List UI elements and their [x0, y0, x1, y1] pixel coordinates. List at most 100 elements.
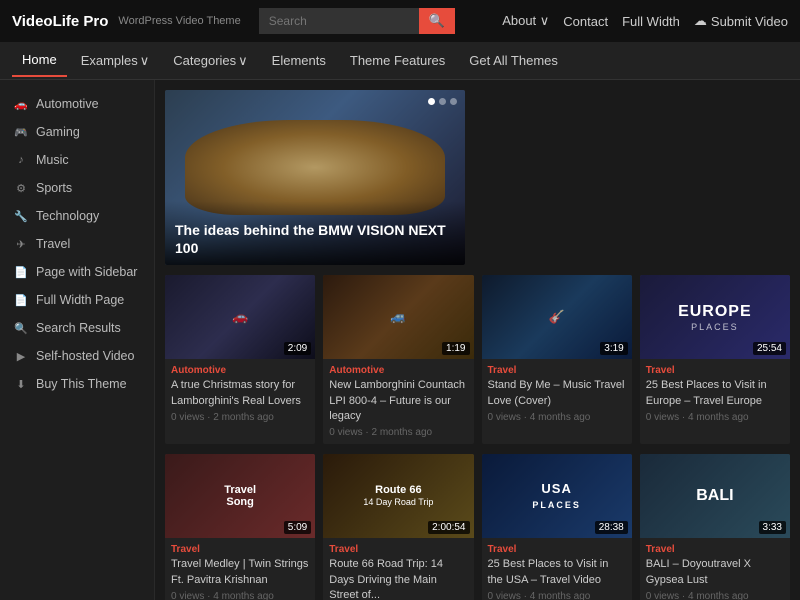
video-title-2: New Lamborghini Countach LPI 800-4 – Fut…: [329, 378, 467, 424]
video-category-4: Travel: [646, 365, 784, 376]
video-duration-4: 25:54: [753, 342, 786, 355]
chevron-down-icon: ∨: [140, 53, 150, 69]
page-icon: 📄: [14, 266, 28, 279]
main-layout: 🚗 Automotive 🎮 Gaming ♪ Music ⚙ Sports 🔧…: [0, 80, 800, 600]
content-area: The ideas behind the BMW VISION NEXT 100…: [155, 80, 800, 600]
video-title-6: Route 66 Road Trip: 14 Days Driving the …: [329, 557, 467, 600]
dot-1[interactable]: [428, 98, 435, 105]
nav-examples[interactable]: Examples ∨: [71, 45, 160, 77]
video-meta-4: 0 views · 4 months ago: [646, 412, 784, 423]
video-duration-6: 2:00:54: [428, 521, 469, 534]
travel-icon: ✈: [14, 238, 28, 251]
video-category-5: Travel: [171, 544, 309, 555]
video-meta-2: 0 views · 2 months ago: [329, 427, 467, 438]
header-right: About ∨ Contact Full Width ☁ Submit Vide…: [502, 13, 788, 29]
video-meta-3: 0 views · 4 months ago: [488, 412, 626, 423]
sidebar-item-buy-theme[interactable]: ⬇ Buy This Theme: [0, 370, 154, 398]
site-title[interactable]: VideoLife Pro: [12, 13, 108, 30]
contact-link[interactable]: Contact: [563, 14, 608, 29]
video-duration-1: 2:09: [284, 342, 311, 355]
video-card-2[interactable]: 🚙 1:19 Automotive New Lamborghini Counta…: [323, 275, 473, 444]
nav-home[interactable]: Home: [12, 44, 67, 77]
usa-label: USAPLACES: [532, 481, 581, 511]
video-category-7: Travel: [488, 544, 626, 555]
video-category-3: Travel: [488, 365, 626, 376]
video-info-7: Travel 25 Best Places to Visit in the US…: [482, 538, 632, 600]
video-info-3: Travel Stand By Me – Music Travel Love (…: [482, 359, 632, 429]
sidebar-item-music[interactable]: ♪ Music: [0, 146, 154, 174]
slideshow-dots: [428, 98, 457, 105]
video-card-6[interactable]: Route 6614 Day Road Trip 2:00:54 Travel …: [323, 454, 473, 600]
featured-main-title: The ideas behind the BMW VISION NEXT 100: [165, 201, 465, 265]
sports-icon: ⚙: [14, 182, 28, 195]
sidebar-item-technology[interactable]: 🔧 Technology: [0, 202, 154, 230]
video-grid-row2: TravelSong 5:09 Travel Travel Medley | T…: [165, 454, 790, 600]
video-title-7: 25 Best Places to Visit in the USA – Tra…: [488, 557, 626, 588]
video-info-8: Travel BALI – Doyoutravel X Gypsea Lust …: [640, 538, 790, 600]
video-title-5: Travel Medley | Twin Strings Ft. Pavitra…: [171, 557, 309, 588]
main-nav: Home Examples ∨ Categories ∨ Elements Th…: [0, 42, 800, 80]
header: VideoLife Pro WordPress Video Theme 🔍 Ab…: [0, 0, 800, 42]
dot-3[interactable]: [450, 98, 457, 105]
fullwidth-icon: 📄: [14, 294, 28, 307]
dot-2[interactable]: [439, 98, 446, 105]
video-title-3: Stand By Me – Music Travel Love (Cover): [488, 378, 626, 409]
europe-label: EUROPE: [678, 302, 752, 321]
video-grid-row1: 🚗 2:09 Automotive A true Christmas story…: [165, 275, 790, 444]
video-info-2: Automotive New Lamborghini Countach LPI …: [323, 359, 473, 444]
sidebar-item-sports[interactable]: ⚙ Sports: [0, 174, 154, 202]
video-duration-2: 1:19: [442, 342, 469, 355]
site-tagline: WordPress Video Theme: [118, 15, 240, 27]
featured-main-video[interactable]: The ideas behind the BMW VISION NEXT 100: [165, 90, 465, 265]
technology-icon: 🔧: [14, 210, 28, 223]
search-input[interactable]: [259, 8, 419, 34]
nav-categories[interactable]: Categories ∨: [163, 45, 257, 77]
nav-elements[interactable]: Elements: [262, 45, 336, 76]
video-card-3[interactable]: 🎸 3:19 Travel Stand By Me – Music Travel…: [482, 275, 632, 444]
video-title-1: A true Christmas story for Lamborghini's…: [171, 378, 309, 409]
search-button[interactable]: 🔍: [419, 8, 455, 34]
video-category-1: Automotive: [171, 365, 309, 376]
video-card-5[interactable]: TravelSong 5:09 Travel Travel Medley | T…: [165, 454, 315, 600]
video-info-4: Travel 25 Best Places to Visit in Europe…: [640, 359, 790, 429]
video-duration-7: 28:38: [595, 521, 628, 534]
chevron-down-icon: ∨: [238, 53, 248, 69]
nav-get-all-themes[interactable]: Get All Themes: [459, 45, 568, 76]
video-category-2: Automotive: [329, 365, 467, 376]
video-card-4[interactable]: EUROPE PLACES 25:54 Travel 25 Best Place…: [640, 275, 790, 444]
video-title-4: 25 Best Places to Visit in Europe – Trav…: [646, 378, 784, 409]
sidebar-item-self-hosted-video[interactable]: ▶ Self-hosted Video: [0, 342, 154, 370]
video-card-8[interactable]: BALI 3:33 Travel BALI – Doyoutravel X Gy…: [640, 454, 790, 600]
search-icon: 🔍: [14, 322, 28, 335]
video-duration-5: 5:09: [284, 521, 311, 534]
video-card-1[interactable]: 🚗 2:09 Automotive A true Christmas story…: [165, 275, 315, 444]
video-info-5: Travel Travel Medley | Twin Strings Ft. …: [165, 538, 315, 600]
sidebar: 🚗 Automotive 🎮 Gaming ♪ Music ⚙ Sports 🔧…: [0, 80, 155, 600]
video-meta-8: 0 views · 4 months ago: [646, 591, 784, 600]
video-card-7[interactable]: USAPLACES 28:38 Travel 25 Best Places to…: [482, 454, 632, 600]
submit-video-button[interactable]: ☁ Submit Video: [694, 13, 788, 29]
featured-section: The ideas behind the BMW VISION NEXT 100…: [165, 90, 790, 265]
car-icon: 🚗: [14, 98, 28, 111]
sidebar-item-travel[interactable]: ✈ Travel: [0, 230, 154, 258]
video-meta-7: 0 views · 4 months ago: [488, 591, 626, 600]
video-title-8: BALI – Doyoutravel X Gypsea Lust: [646, 557, 784, 588]
sidebar-item-page-with-sidebar[interactable]: 📄 Page with Sidebar: [0, 258, 154, 286]
video-duration-3: 3:19: [600, 342, 627, 355]
sidebar-item-automotive[interactable]: 🚗 Automotive: [0, 90, 154, 118]
full-width-link[interactable]: Full Width: [622, 14, 680, 29]
route66-label: Route 6614 Day Road Trip: [363, 484, 433, 508]
video-duration-8: 3:33: [759, 521, 786, 534]
sidebar-item-search-results[interactable]: 🔍 Search Results: [0, 314, 154, 342]
about-link[interactable]: About ∨: [502, 13, 549, 29]
video-meta-1: 0 views · 2 months ago: [171, 412, 309, 423]
download-icon: ⬇: [14, 378, 28, 391]
nav-theme-features[interactable]: Theme Features: [340, 45, 455, 76]
music-icon: ♪: [14, 154, 28, 166]
sidebar-item-full-width-page[interactable]: 📄 Full Width Page: [0, 286, 154, 314]
travel-song-label: TravelSong: [224, 484, 256, 508]
video-category-6: Travel: [329, 544, 467, 555]
play-icon: ▶: [14, 350, 28, 363]
video-info-6: Travel Route 66 Road Trip: 14 Days Drivi…: [323, 538, 473, 600]
sidebar-item-gaming[interactable]: 🎮 Gaming: [0, 118, 154, 146]
